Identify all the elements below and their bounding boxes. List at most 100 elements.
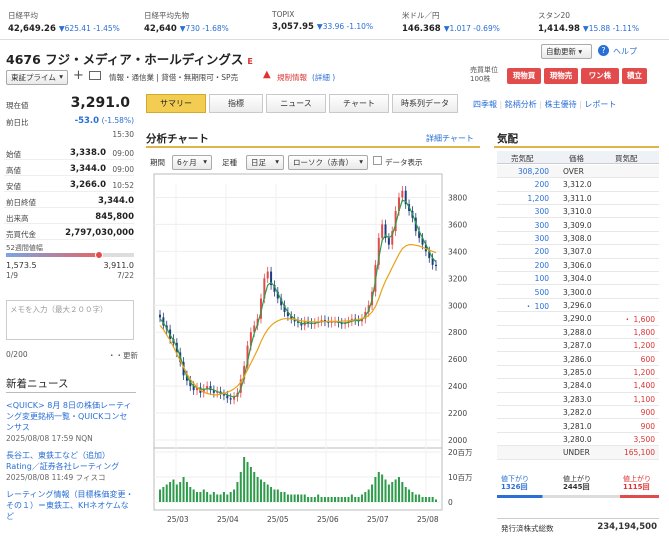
volume-bar	[364, 492, 367, 502]
index-nikkei-futures[interactable]: 日経平均先物 42,640 ▼730 -1.68%	[136, 0, 264, 40]
candle-select[interactable]: ローソク（赤青） ▾	[288, 155, 368, 170]
board-row[interactable]: 1,200 3,311.0	[497, 192, 659, 206]
index-nikkei[interactable]: 日経平均 42,649.26 ▼625.41 -1.45%	[0, 0, 136, 40]
board-buy: ・ 1,600	[623, 315, 655, 325]
regulation-detail-link[interactable]: (詳細 )	[312, 72, 335, 83]
board-row[interactable]: 3,290.0 ・ 1,600	[497, 312, 659, 326]
board-row[interactable]: 3,288.0 1,800	[497, 326, 659, 340]
board-row[interactable]: 3,287.0 1,200	[497, 339, 659, 353]
tab-indicators[interactable]: 指標	[209, 94, 263, 113]
board-row[interactable]: 300 3,310.0	[497, 205, 659, 219]
volume-bar	[196, 492, 199, 502]
board-row[interactable]: 200 3,307.0	[497, 245, 659, 259]
tab-news[interactable]: ニュース	[266, 94, 326, 113]
unit-value: 100株	[470, 75, 491, 83]
tab-chart[interactable]: チャート	[329, 94, 389, 113]
board-row[interactable]: 3,280.0 3,500	[497, 433, 659, 447]
index-change: ▼625.41 -1.45%	[58, 24, 120, 33]
board-row[interactable]: 3,282.0 900	[497, 406, 659, 420]
volume-bar	[283, 492, 286, 502]
mail-icon[interactable]	[89, 71, 101, 80]
index-topix[interactable]: TOPIX 3,057.95 ▼33.96 -1.10%	[264, 0, 394, 40]
market-select[interactable]: 東証プライム ▾	[6, 70, 68, 85]
board-row[interactable]: 3,284.0 1,400	[497, 379, 659, 393]
memo-input[interactable]: メモを入力（最大２００字）	[6, 300, 134, 340]
one-share-button[interactable]: ワン株	[581, 68, 619, 84]
volume-bar	[411, 492, 414, 502]
index-name: スタン20	[538, 11, 571, 20]
row-value: 2,797,030,000	[65, 228, 134, 238]
foot-label: 足種	[222, 158, 237, 167]
volume-bar	[206, 492, 209, 502]
accumulate-button[interactable]: 積立	[622, 68, 647, 84]
board-price: 3,312.0	[563, 180, 592, 190]
volume-bar	[371, 484, 374, 502]
regulation-link[interactable]: 規制情報	[277, 72, 307, 83]
volume-bar	[172, 479, 175, 502]
yutai-link[interactable]: 株主優待	[545, 100, 577, 109]
board-row[interactable]: 500 3,300.0	[497, 286, 659, 299]
price-tick-label: 2600	[448, 355, 467, 364]
news-link[interactable]: 長谷工、東鉄工など（追加）Rating／証券各社レーティング	[6, 451, 119, 471]
period-select[interactable]: 6ヶ月 ▾	[172, 155, 212, 170]
data-show-label: データ表示	[385, 158, 423, 167]
volume-bar	[367, 489, 370, 502]
board-sell: 200	[534, 180, 549, 190]
report-link[interactable]: レポート	[584, 100, 616, 109]
board-row[interactable]: 3,285.0 1,200	[497, 366, 659, 380]
board-price: 3,287.0	[563, 341, 592, 351]
shares-row: 発行済株式総数 234,194,500	[497, 518, 659, 534]
volume-tick-label: 20百万	[448, 448, 473, 457]
foot-select[interactable]: 日足 ▾	[246, 155, 284, 170]
memo-update-button[interactable]: ・・更新	[108, 350, 138, 361]
row-key: 高値	[6, 166, 21, 175]
index-standard20[interactable]: スタン20 1,414.98 ▼15.88 -1.11%	[530, 0, 669, 40]
board-row[interactable]: 3,281.0 900	[497, 420, 659, 433]
volume-tick-label: 0	[448, 498, 453, 507]
board-sell: 300	[534, 220, 549, 230]
news-item[interactable]: 長谷工、東鉄工など（追加）Rating／証券各社レーティング	[6, 450, 134, 472]
stock-chart[interactable]: 3800 3600 3400 3200 3000 2800 2600 2400 2200 2000…	[146, 170, 480, 536]
stock-info-links[interactable]: 情報・通信業 | 貸借・無期限可・SP売	[109, 72, 238, 83]
board-row[interactable]: 200 3,312.0	[497, 178, 659, 192]
tab-summary[interactable]: サマリー	[146, 94, 206, 113]
board-row[interactable]: 308,200 OVER	[497, 165, 659, 179]
analysis-link[interactable]: 銘柄分析	[505, 100, 537, 109]
board-row[interactable]: 300 3,308.0	[497, 232, 659, 246]
row-key: 安値	[6, 182, 21, 191]
news-link[interactable]: レーティング情報（目標株価変更・その１）＝東鉄工、KHネオケムなど	[6, 490, 134, 521]
index-change: ▼15.88 -1.11%	[582, 24, 640, 33]
market-select-value: 東証プライム	[11, 73, 56, 82]
board-row[interactable]: 100 3,304.0	[497, 272, 659, 286]
board-row[interactable]: ・ 100 3,296.0	[497, 299, 659, 313]
add-icon[interactable]: +	[73, 68, 84, 83]
shikiho-link[interactable]: 四季報	[473, 100, 497, 109]
data-show-checkbox[interactable]	[373, 156, 382, 165]
auto-update-select[interactable]: 自動更新 ▾	[541, 44, 592, 59]
board-row[interactable]: 200 3,306.0	[497, 259, 659, 273]
row-value: 3,338.0	[69, 148, 106, 158]
chevron-down-icon: ▾	[203, 157, 207, 166]
sell-cash-button[interactable]: 現物売	[544, 68, 578, 84]
board-row[interactable]: 300 3,309.0	[497, 219, 659, 232]
board-buy: 1,200	[633, 341, 655, 351]
board-heading: 気配	[497, 133, 518, 145]
tab-timeseries[interactable]: 時系列データ	[392, 94, 458, 113]
index-bar: 日経平均 42,649.26 ▼625.41 -1.45% 日経平均先物 42,…	[0, 0, 669, 40]
detail-chart-link[interactable]: 詳細チャート	[426, 133, 474, 144]
board-row[interactable]: UNDER 165,100	[497, 446, 659, 460]
news-item[interactable]: <QUICK> 8月 8日の株価レーティング変更銘柄一覧・QUICKコンセンサス	[6, 400, 134, 433]
help-link[interactable]: ヘルプ	[613, 46, 637, 57]
buy-cash-button[interactable]: 現物買	[507, 68, 541, 84]
board-price: 3,284.0	[563, 381, 592, 391]
board-row[interactable]: 3,283.0 1,100	[497, 393, 659, 407]
volume-bar	[246, 462, 249, 502]
index-usdjpy[interactable]: 米ドル／円 146.368 ▼1.017 -0.69%	[394, 0, 530, 40]
help-icon[interactable]: ?	[598, 45, 609, 56]
board-buy: 165,100	[623, 448, 655, 458]
news-link[interactable]: <QUICK> 8月 8日の株価レーティング変更銘柄一覧・QUICKコンセンサス	[6, 401, 132, 432]
board-price: 3,280.0	[563, 435, 592, 444]
news-item[interactable]: レーティング情報（目標株価変更・その１）＝東鉄工、KHネオケムなど	[6, 489, 134, 522]
board-row[interactable]: 3,286.0 600	[497, 353, 659, 366]
board-price: 3,283.0	[563, 394, 592, 404]
